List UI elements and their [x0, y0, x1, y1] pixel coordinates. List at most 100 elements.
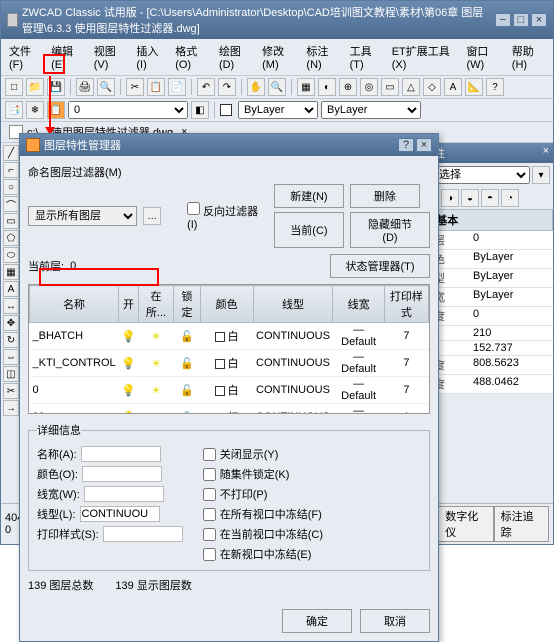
- detail-name-input[interactable]: [81, 446, 161, 462]
- prop-pick-icon[interactable]: ▾: [532, 166, 550, 184]
- open-icon[interactable]: 📁: [26, 78, 44, 96]
- table-row[interactable]: 00💡☀🔓 红CONTINUOUS— Default1: [30, 404, 429, 415]
- zoom-icon[interactable]: 🔍: [268, 78, 286, 96]
- cut-icon[interactable]: ✂: [126, 78, 144, 96]
- cb-freeze-new[interactable]: 在新视口中冻结(E): [203, 546, 323, 562]
- menu-item[interactable]: 文件(F): [5, 41, 45, 73]
- tool3-icon[interactable]: ⊕: [339, 78, 357, 96]
- table-row[interactable]: _BHATCH💡☀🔓 白CONTINUOUS— Default7: [30, 323, 429, 350]
- dim-icon[interactable]: ↔: [3, 298, 19, 314]
- delete-button[interactable]: 删除: [350, 184, 420, 208]
- col-header[interactable]: 线宽: [333, 286, 384, 323]
- layer-props-icon[interactable]: 📑: [5, 101, 23, 119]
- text-icon[interactable]: A: [3, 281, 19, 297]
- dialog-close-icon[interactable]: ×: [416, 138, 432, 152]
- rect-icon[interactable]: ▭: [3, 213, 19, 229]
- paste-icon[interactable]: 📄: [168, 78, 186, 96]
- col-header[interactable]: 在所...: [138, 286, 173, 323]
- maximize-button[interactable]: □: [513, 13, 529, 27]
- mirror-icon[interactable]: ⇔: [3, 349, 19, 365]
- current-button[interactable]: 当前(C): [274, 212, 344, 248]
- menu-item[interactable]: 插入(I): [132, 41, 169, 73]
- status-tab[interactable]: 标注追踪: [494, 506, 549, 542]
- col-header[interactable]: 名称: [30, 286, 119, 323]
- close-button[interactable]: ×: [531, 13, 547, 27]
- cancel-button[interactable]: 取消: [360, 609, 430, 633]
- help-icon[interactable]: ?: [486, 78, 504, 96]
- pline-icon[interactable]: ⌐: [3, 162, 19, 178]
- layer-table[interactable]: 名称开在所...锁定颜色线型线宽打印样式 _BHATCH💡☀🔓 白CONTINU…: [29, 285, 429, 414]
- prop-row[interactable]: 线型ByLayer: [419, 269, 553, 288]
- col-header[interactable]: 颜色: [200, 286, 253, 323]
- menu-item[interactable]: ET扩展工具(X): [388, 41, 461, 73]
- table-row[interactable]: _KTI_CONTROL💡☀🔓 白CONTINUOUS— Default7: [30, 350, 429, 377]
- cb-off[interactable]: 关闭显示(Y): [203, 446, 323, 462]
- menu-item[interactable]: 格式(O): [171, 41, 213, 73]
- layer-tool-icon[interactable]: ◧: [191, 101, 209, 119]
- copy-icon[interactable]: 📋: [147, 78, 165, 96]
- menu-item[interactable]: 视图(V): [90, 41, 131, 73]
- poly-icon[interactable]: ⬠: [3, 230, 19, 246]
- ellipse-icon[interactable]: ⬭: [3, 247, 19, 263]
- menu-item[interactable]: 工具(T): [346, 41, 386, 73]
- color-select[interactable]: ByLayer: [238, 101, 318, 119]
- print-icon[interactable]: 🖨: [76, 78, 94, 96]
- prop-row[interactable]: 宽度808.5623: [419, 356, 553, 375]
- col-header[interactable]: 开: [119, 286, 139, 323]
- menu-item[interactable]: 绘图(D): [215, 41, 256, 73]
- prop-row[interactable]: 高度488.0462: [419, 375, 553, 394]
- table-row[interactable]: 0💡☀🔓 白CONTINUOUS— Default7: [30, 377, 429, 404]
- layer-freeze-icon[interactable]: ❄: [26, 101, 44, 119]
- tool9-icon[interactable]: 📐: [465, 78, 483, 96]
- detail-ps-input[interactable]: [103, 526, 183, 542]
- offset-icon[interactable]: ◫: [3, 366, 19, 382]
- prop-row[interactable]: x210: [419, 326, 553, 341]
- detail-lt-input[interactable]: [80, 506, 160, 522]
- prop-btn4[interactable]: ◓: [481, 189, 499, 207]
- menu-item[interactable]: 修改(M): [258, 41, 300, 73]
- hatch-icon[interactable]: ▦: [3, 264, 19, 280]
- prop-close-icon[interactable]: ×: [543, 145, 549, 161]
- prop-row[interactable]: y152.737: [419, 341, 553, 356]
- redo-icon[interactable]: ↷: [218, 78, 236, 96]
- rotate-icon[interactable]: ↻: [3, 332, 19, 348]
- cb-noplot[interactable]: 不打印(P): [203, 486, 323, 502]
- status-tab[interactable]: 数字化仪: [438, 506, 493, 542]
- detail-lw-input[interactable]: [84, 486, 164, 502]
- prop-btn3[interactable]: ◒: [461, 189, 479, 207]
- extend-icon[interactable]: →: [3, 400, 19, 416]
- tool-icon[interactable]: ▦: [297, 78, 315, 96]
- col-header[interactable]: 线型: [253, 286, 333, 323]
- prop-row[interactable]: 图层0: [419, 231, 553, 250]
- new-icon[interactable]: □: [5, 78, 23, 96]
- prop-row[interactable]: 颜色ByLayer: [419, 250, 553, 269]
- arc-icon[interactable]: ⌒: [3, 196, 19, 212]
- col-header[interactable]: 锁定: [174, 286, 201, 323]
- prop-row[interactable]: 厚度0: [419, 307, 553, 326]
- new-button[interactable]: 新建(N): [274, 184, 344, 208]
- detail-color-input[interactable]: [82, 466, 162, 482]
- tool6-icon[interactable]: △: [402, 78, 420, 96]
- circle-icon[interactable]: ○: [3, 179, 19, 195]
- undo-icon[interactable]: ↶: [197, 78, 215, 96]
- cb-freeze-cur[interactable]: 在当前视口中冻结(C): [203, 526, 323, 542]
- prop-btn5[interactable]: ◔: [501, 189, 519, 207]
- preview-icon[interactable]: 🔍: [97, 78, 115, 96]
- layer-select[interactable]: 0: [68, 101, 188, 119]
- menu-item[interactable]: 窗口(W): [462, 41, 505, 73]
- move-icon[interactable]: ✥: [3, 315, 19, 331]
- filter-select[interactable]: 显示所有图层: [28, 206, 137, 226]
- tool2-icon[interactable]: ◐: [318, 78, 336, 96]
- pan-icon[interactable]: ✋: [247, 78, 265, 96]
- dialog-help-icon[interactable]: ?: [398, 138, 414, 152]
- tool8-icon[interactable]: A: [444, 78, 462, 96]
- prop-group-basic[interactable]: ⊟ 基本: [419, 209, 553, 231]
- ok-button[interactable]: 确定: [282, 609, 352, 633]
- prop-row[interactable]: 线宽ByLayer: [419, 288, 553, 307]
- col-header[interactable]: 打印样式: [384, 286, 428, 323]
- minimize-button[interactable]: −: [495, 13, 511, 27]
- cb-lock[interactable]: 随集件锁定(K): [203, 466, 323, 482]
- menu-item[interactable]: 标注(N): [302, 41, 343, 73]
- tool7-icon[interactable]: ◇: [423, 78, 441, 96]
- state-mgr-button[interactable]: 状态管理器(T): [330, 254, 430, 278]
